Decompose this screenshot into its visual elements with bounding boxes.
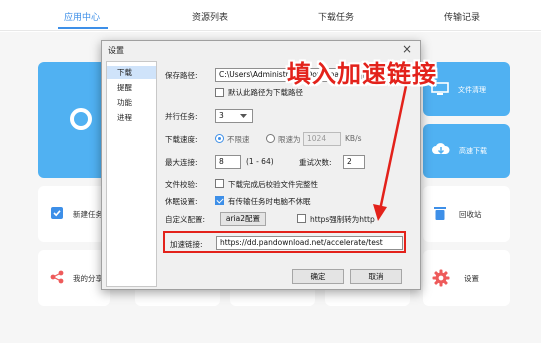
annotation-arrow-icon	[373, 85, 408, 221]
annotation-arrow-layer	[373, 85, 408, 221]
annotation-text: 填入加速链接	[287, 60, 437, 88]
